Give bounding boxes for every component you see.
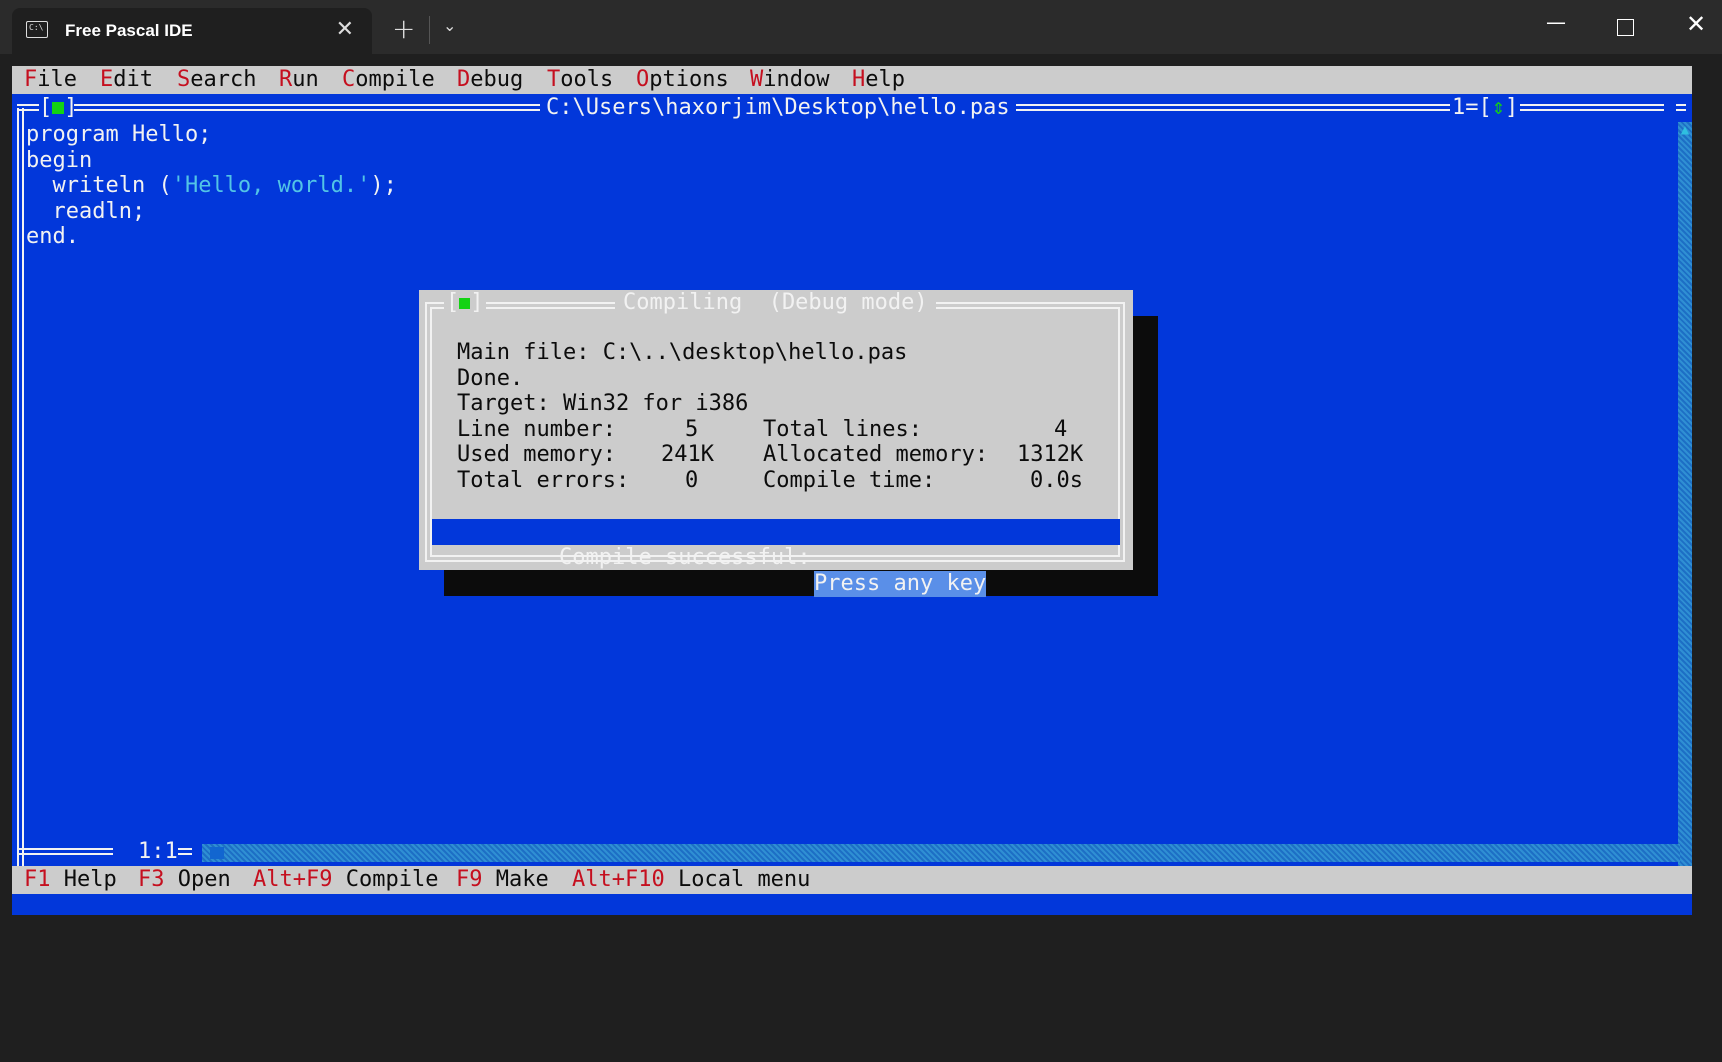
line-number-label: Line number: bbox=[457, 416, 616, 442]
menu-tools[interactable]: Tools bbox=[547, 66, 613, 94]
main-file-text: Main file: C:\..\desktop\hello.pas bbox=[457, 340, 908, 365]
code-line: readln; bbox=[26, 198, 146, 224]
code-line: writeln ('Hello, world.'); bbox=[26, 173, 397, 199]
new-tab-icon[interactable]: + bbox=[392, 12, 415, 45]
cursor-position: 1:1 bbox=[138, 839, 178, 864]
menu-run[interactable]: Run bbox=[279, 66, 319, 94]
dialog-title: Compiling (Debug mode) bbox=[615, 290, 936, 316]
tab-title: Free Pascal IDE bbox=[65, 21, 193, 40]
editor-file-title: C:\Users\haxorjim\Desktop\hello.pas bbox=[540, 94, 1016, 122]
total-lines-value: 4 bbox=[1054, 416, 1068, 442]
total-errors-value: 0 bbox=[685, 468, 699, 493]
horizontal-scrollbar[interactable] bbox=[202, 844, 1680, 862]
compile-dialog[interactable]: [] Compiling (Debug mode) Main file: C:\… bbox=[419, 290, 1133, 597]
frame-line bbox=[1676, 104, 1686, 111]
scroll-thumb[interactable] bbox=[210, 847, 224, 859]
code-line: end. bbox=[26, 224, 79, 250]
status-open[interactable]: F3 Open bbox=[138, 866, 231, 894]
code-line: begin bbox=[26, 147, 93, 173]
dialog-header: [] Compiling (Debug mode) bbox=[419, 290, 1133, 316]
allocated-memory-label: Allocated memory: bbox=[763, 442, 989, 468]
menu-edit[interactable]: Edit bbox=[100, 66, 153, 94]
window-number: 1=[⇕] bbox=[1450, 94, 1521, 122]
allocated-memory-value: 1312K bbox=[1017, 442, 1084, 468]
vertical-scrollbar[interactable]: ▲ ▼ bbox=[1678, 122, 1692, 892]
menu-debug[interactable]: Debug bbox=[457, 66, 523, 94]
status-bar: F1 Help F3 Open Alt+F9 Compile F9 Make A… bbox=[12, 866, 1692, 894]
close-indicator-icon bbox=[459, 297, 471, 309]
title-bar: C:\ Free Pascal IDE ✕ + ⌄ — ✕ bbox=[0, 0, 1722, 54]
compile-time-label: Compile time: bbox=[763, 468, 936, 493]
chevron-down-icon[interactable]: ⌄ bbox=[443, 16, 456, 35]
menu-bar: File Edit Search Run Compile Debug Tools… bbox=[12, 66, 1692, 94]
target-text: Target: Win32 for i386 bbox=[457, 391, 749, 417]
done-text: Done. bbox=[457, 365, 524, 391]
menu-help[interactable]: Help bbox=[852, 66, 905, 94]
editor-frame-bottom: 1:1 bbox=[12, 838, 1692, 866]
compile-success-message: Compile successful: bbox=[559, 545, 811, 570]
menu-search[interactable]: Search bbox=[177, 66, 256, 94]
close-indicator-icon bbox=[52, 102, 65, 114]
press-any-key-prompt[interactable]: Press any key bbox=[814, 571, 987, 597]
dialog-close-box[interactable]: [] bbox=[444, 290, 486, 316]
editor-close-box[interactable]: [] bbox=[39, 94, 78, 122]
tab-separator bbox=[429, 16, 430, 44]
editor-frame-top: [] C:\Users\haxorjim\Desktop\hello.pas 1… bbox=[12, 94, 1692, 122]
status-compile[interactable]: Alt+F9 Compile bbox=[253, 866, 438, 894]
terminal-tab[interactable]: C:\ Free Pascal IDE ✕ bbox=[12, 8, 372, 54]
window-close-icon[interactable]: ✕ bbox=[1686, 10, 1706, 38]
ide-screen: File Edit Search Run Compile Debug Tools… bbox=[12, 66, 1692, 915]
code-editor[interactable]: program Hello; begin writeln ('Hello, wor… bbox=[26, 122, 397, 250]
frame-line bbox=[17, 848, 113, 855]
menu-file[interactable]: File bbox=[24, 66, 77, 94]
compile-time-value: 0.0s bbox=[1030, 468, 1083, 493]
compile-status-bar: Compile successful: Press any key bbox=[432, 519, 1120, 597]
code-line: program Hello; bbox=[26, 122, 212, 147]
menu-window[interactable]: Window bbox=[750, 66, 829, 94]
tab-close-icon[interactable]: ✕ bbox=[336, 17, 354, 42]
terminal-icon: C:\ bbox=[26, 21, 48, 38]
line-number-value: 5 bbox=[685, 416, 699, 442]
status-local-menu[interactable]: Alt+F10 Local menu bbox=[572, 866, 810, 894]
status-make[interactable]: F9 Make bbox=[456, 866, 549, 894]
used-memory-label: Used memory: bbox=[457, 442, 616, 468]
minimize-icon[interactable]: — bbox=[1546, 10, 1566, 34]
total-lines-label: Total lines: bbox=[763, 416, 922, 442]
status-help[interactable]: F1 Help bbox=[24, 866, 117, 894]
zoom-arrow-icon[interactable]: ⇕ bbox=[1492, 95, 1505, 120]
scroll-up-icon[interactable]: ▲ bbox=[1678, 122, 1692, 138]
frame-line bbox=[178, 848, 192, 855]
editor-frame-left bbox=[17, 108, 24, 888]
menu-options[interactable]: Options bbox=[636, 66, 729, 94]
used-memory-value: 241K bbox=[661, 442, 714, 468]
menu-compile[interactable]: Compile bbox=[342, 66, 435, 94]
maximize-icon[interactable] bbox=[1617, 19, 1634, 36]
total-errors-label: Total errors: bbox=[457, 468, 630, 493]
